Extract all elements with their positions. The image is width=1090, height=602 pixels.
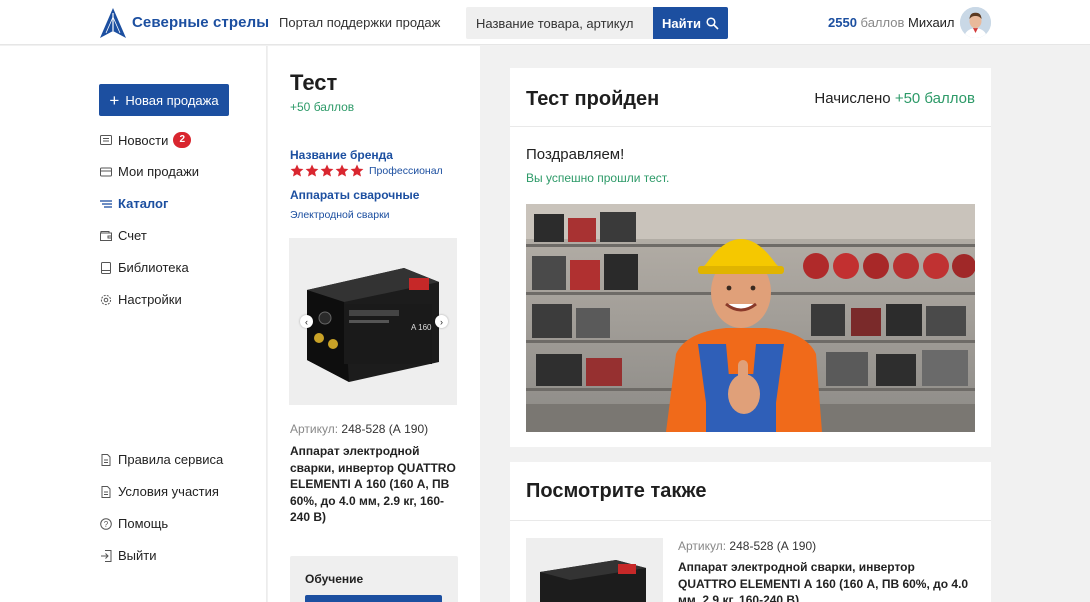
- book-icon: [101, 261, 111, 274]
- test-info-panel: Тест +50 баллов Название бренда Професси…: [268, 46, 480, 602]
- subcategory-link[interactable]: Электродной сварки: [290, 209, 390, 221]
- see-also-card: Посмотрите также Артикул: 248-528 (А 190…: [510, 462, 991, 602]
- test-points: +50 баллов: [290, 100, 355, 114]
- related-product-sku: Артикул: 248-528 (А 190): [678, 539, 816, 553]
- rating-label: Профессионал: [369, 164, 443, 177]
- points-label: баллов: [860, 15, 905, 30]
- success-text: Вы успешно прошли тест.: [526, 171, 670, 185]
- welding-machine-image: A 160: [307, 268, 439, 382]
- sidebar-item-settings[interactable]: Настройки: [100, 292, 182, 307]
- success-photo: [526, 204, 975, 432]
- see-also-title: Посмотрите также: [526, 480, 707, 502]
- sidebar-item-catalog[interactable]: Каталог: [100, 196, 168, 211]
- sku-value: 248-528 (А 190): [341, 422, 429, 436]
- user-points[interactable]: 2550 баллов: [828, 15, 904, 30]
- sidebar-item-label: Каталог: [118, 196, 169, 211]
- product-sku: Артикул: 248-528 (А 190): [290, 422, 428, 436]
- svg-text:?: ?: [104, 519, 109, 528]
- carousel-next-button[interactable]: ›: [435, 315, 448, 328]
- user-name[interactable]: Михаил: [908, 15, 955, 30]
- new-sale-label: Новая продажа: [125, 92, 219, 108]
- rating: Профессионал: [290, 164, 443, 177]
- star-icon: [290, 164, 304, 177]
- divider: [510, 126, 991, 127]
- result-title: Тест пройден: [526, 88, 660, 110]
- award-prefix: Начислено: [814, 90, 891, 107]
- worker-thumbs-up-image: [526, 204, 975, 432]
- search-input[interactable]: Название товара, артикул: [466, 7, 654, 39]
- logout-icon: [101, 549, 112, 562]
- sidebar-item-my-sales[interactable]: Мои продажи: [100, 164, 199, 179]
- sidebar-item-news[interactable]: Новости 2: [100, 132, 192, 148]
- search-icon: [706, 16, 719, 30]
- sidebar-item-label: Правила сервиса: [118, 452, 224, 467]
- product-image-carousel[interactable]: A 160 ‹ ›: [289, 238, 457, 405]
- card-icon: [100, 167, 112, 176]
- sidebar: + Новая продажа Новости 2 Мои продажи Ка…: [0, 46, 267, 602]
- sidebar-item-participation-terms[interactable]: Условия участия: [100, 484, 219, 499]
- sku-value: 248-528 (А 190): [729, 539, 817, 553]
- brand-name[interactable]: Северные стрелы: [132, 14, 269, 31]
- wallet-icon: [100, 230, 112, 241]
- sidebar-item-logout[interactable]: Выйти: [100, 548, 157, 563]
- news-icon: [100, 135, 112, 145]
- sidebar-item-label: Выйти: [118, 548, 157, 563]
- news-count-badge: 2: [173, 132, 192, 148]
- star-icon: [320, 164, 334, 177]
- related-product-image[interactable]: [526, 538, 663, 602]
- product-name: Аппарат электродной сварки, инвертор QUA…: [290, 444, 456, 524]
- new-sale-button[interactable]: + Новая продажа: [99, 84, 229, 116]
- plus-icon: +: [109, 90, 120, 110]
- sidebar-item-library[interactable]: Библиотека: [100, 260, 189, 275]
- sidebar-item-label: Настройки: [118, 292, 182, 307]
- search-button[interactable]: Найти: [653, 7, 728, 39]
- document-icon: [101, 485, 111, 498]
- gear-icon: [100, 294, 112, 305]
- star-icon: [335, 164, 349, 177]
- search-button-label: Найти: [662, 15, 701, 31]
- sidebar-item-help[interactable]: ? Помощь: [100, 516, 168, 531]
- training-box: Обучение: [290, 556, 458, 602]
- sidebar-item-label: Счет: [118, 228, 147, 243]
- chevron-left-icon: ‹: [305, 316, 308, 327]
- sidebar-item-label: Библиотека: [118, 260, 189, 275]
- award-points: +50 баллов: [894, 90, 975, 107]
- sidebar-item-label: Новости: [118, 132, 169, 148]
- main-content: Тест пройден Начислено +50 баллов Поздра…: [481, 46, 1090, 602]
- list-icon: [100, 199, 112, 208]
- test-title: Тест: [290, 70, 338, 95]
- star-icon: [305, 164, 319, 177]
- portal-subtitle: Портал поддержки продаж: [279, 15, 441, 30]
- sidebar-item-account[interactable]: Счет: [100, 228, 147, 243]
- test-result-card: Тест пройден Начислено +50 баллов Поздра…: [510, 68, 991, 447]
- congrats-text: Поздравляем!: [526, 146, 625, 163]
- avatar[interactable]: [960, 7, 991, 38]
- welding-machine-thumbnail: [540, 560, 646, 602]
- points-value: 2550: [828, 15, 857, 30]
- related-product-name[interactable]: Аппарат электродной сварки, инвертор QUA…: [678, 559, 973, 602]
- category-link[interactable]: Аппараты сварочные: [290, 188, 419, 202]
- sku-label: Артикул:: [678, 539, 727, 553]
- avatar-photo: [960, 7, 991, 38]
- help-icon: ?: [100, 517, 112, 530]
- training-button[interactable]: [305, 595, 442, 602]
- top-header: Северные стрелы Портал поддержки продаж …: [0, 0, 1090, 45]
- sidebar-item-label: Мои продажи: [118, 164, 200, 179]
- award-text: Начислено +50 баллов: [814, 90, 975, 107]
- star-icon: [350, 164, 364, 177]
- brand-link[interactable]: Название бренда: [290, 148, 393, 162]
- sku-label: Артикул:: [290, 422, 339, 436]
- document-icon: [101, 453, 111, 466]
- training-label: Обучение: [305, 572, 364, 586]
- logo-icon[interactable]: [98, 7, 128, 39]
- sidebar-item-label: Условия участия: [118, 484, 219, 499]
- svg-text:A 160: A 160: [411, 323, 432, 332]
- sidebar-item-service-rules[interactable]: Правила сервиса: [100, 452, 223, 467]
- divider: [510, 520, 991, 521]
- sidebar-item-label: Помощь: [118, 516, 169, 531]
- chevron-right-icon: ›: [440, 316, 443, 327]
- carousel-prev-button[interactable]: ‹: [300, 315, 313, 328]
